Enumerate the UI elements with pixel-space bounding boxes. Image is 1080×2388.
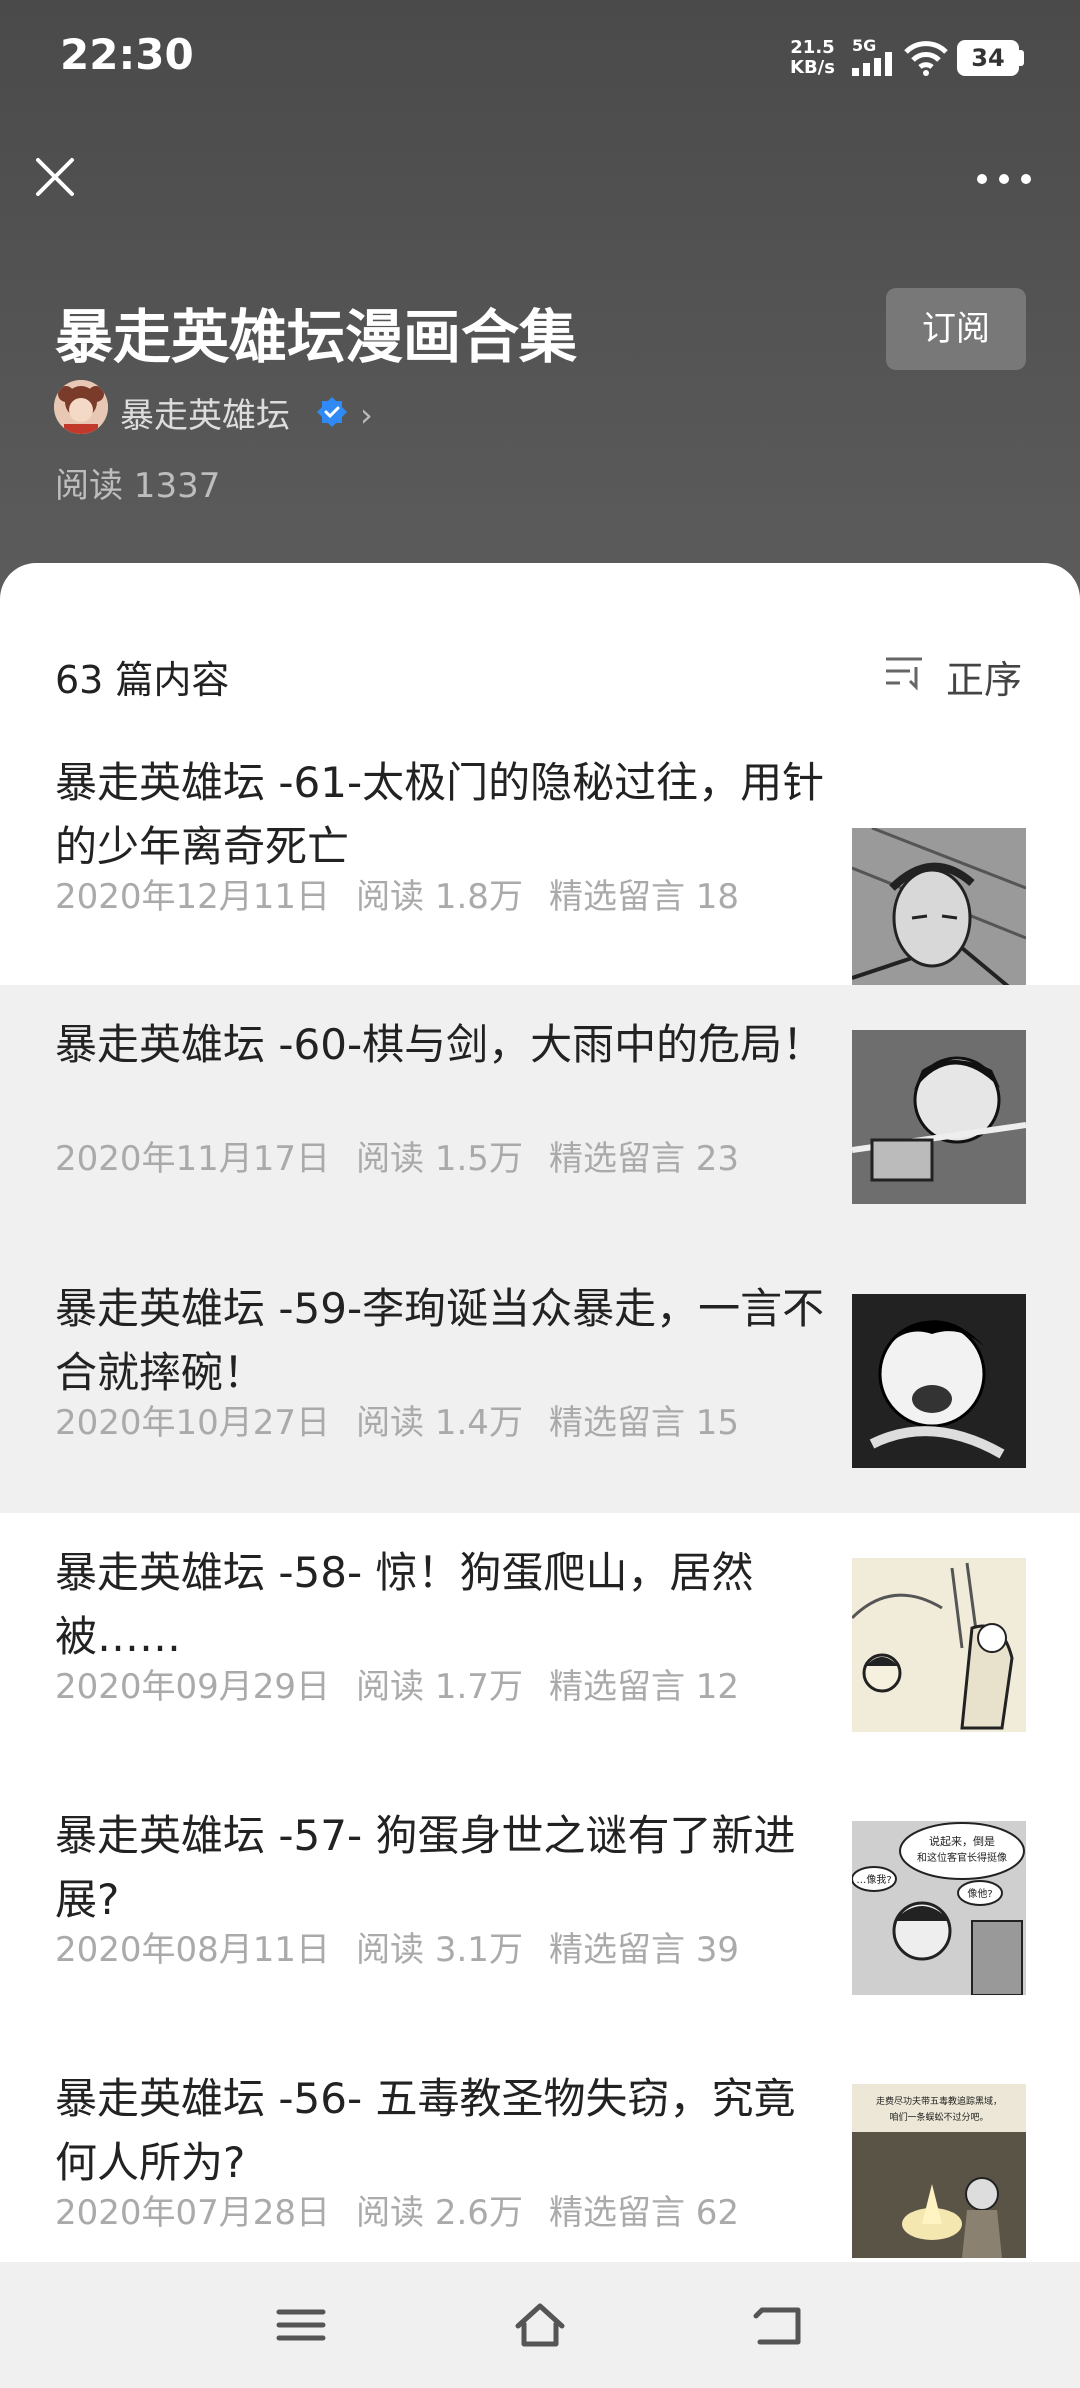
article-comments: 精选留言 18 <box>548 877 740 917</box>
article-date: 2020年10月27日 <box>55 1403 331 1443</box>
list-item[interactable]: 暴走英雄坛 -58- 惊！狗蛋爬山，居然被…… 2020年09月29日 阅读 1.… <box>0 1513 1080 1777</box>
article-title[interactable]: 暴走英雄坛 -59-李珣诞当众暴走，一言不合就摔碗！ <box>55 1277 825 1405</box>
battery-indicator: 34 <box>957 40 1019 76</box>
more-options-icon[interactable] <box>974 164 1034 194</box>
status-bar: 22:30 21.5 KB/s 5G 34 <box>0 0 1080 120</box>
avatar-image <box>54 380 108 434</box>
article-reads: 阅读 1.7万 <box>356 1667 523 1707</box>
article-reads: 阅读 1.5万 <box>356 1139 523 1179</box>
article-meta: 2020年07月28日 阅读 2.6万 精选留言 62 <box>55 2185 765 2234</box>
article-meta: 2020年10月27日 阅读 1.4万 精选留言 15 <box>55 1395 765 1444</box>
speed-unit: KB/s <box>790 57 835 78</box>
sort-icon[interactable] <box>884 651 924 691</box>
author-avatar[interactable] <box>54 380 108 434</box>
close-icon[interactable] <box>30 152 80 202</box>
verified-badge-icon <box>317 397 347 427</box>
article-comments: 精选留言 12 <box>548 1667 740 1707</box>
list-item[interactable]: 暴走英雄坛 -59-李珣诞当众暴走，一言不合就摔碗！ 2020年10月27日 阅读… <box>0 1249 1080 1513</box>
clock: 22:30 <box>60 30 194 79</box>
article-date: 2020年12月11日 <box>55 877 331 917</box>
wifi-icon <box>904 41 948 76</box>
article-thumbnail[interactable]: 说起来，倒是 和这位客官长得挺像 …像我? 像他? <box>852 1821 1026 1995</box>
menu-icon[interactable] <box>273 2300 329 2350</box>
speed-value: 21.5 <box>790 37 835 58</box>
collection-header: 22:30 21.5 KB/s 5G 34 暴走英雄坛漫画合集 订阅 暴走英雄坛… <box>0 0 1080 600</box>
read-count: 阅读 1337 <box>55 466 221 506</box>
article-comments: 精选留言 62 <box>548 2193 740 2233</box>
speech-bubble-text: 走费尽功夫带五毒教追踪黑域， <box>876 2095 1002 2107</box>
speech-bubble-text: …像我? <box>856 1874 891 1886</box>
collection-title: 暴走英雄坛漫画合集 <box>55 303 578 371</box>
article-date: 2020年09月29日 <box>55 1667 331 1707</box>
article-thumbnail[interactable]: 走费尽功夫带五毒教追踪黑域， 咱们一条蜈蚣不过分吧。 <box>852 2084 1026 2258</box>
article-title[interactable]: 暴走英雄坛 -61-太极门的隐秘过往，用针的少年离奇死亡 <box>55 751 825 879</box>
article-meta: 2020年09月29日 阅读 1.7万 精选留言 12 <box>55 1659 765 1708</box>
home-icon[interactable] <box>512 2300 568 2350</box>
article-count: 63 篇内容 <box>55 658 230 702</box>
speech-bubble-text: 像他? <box>967 1887 992 1900</box>
article-meta: 2020年11月17日 阅读 1.5万 精选留言 23 <box>55 1131 765 1180</box>
article-reads: 阅读 1.4万 <box>356 1403 523 1443</box>
signal-icon <box>852 52 892 76</box>
article-date: 2020年07月28日 <box>55 2193 331 2233</box>
author-name[interactable]: 暴走英雄坛 <box>120 388 290 437</box>
battery-tip <box>1019 50 1024 66</box>
list-item[interactable]: 暴走英雄坛 -61-太极门的隐秘过往，用针的少年离奇死亡 2020年12月11日… <box>0 723 1080 1002</box>
article-comments: 精选留言 23 <box>548 1139 740 1179</box>
speech-bubble-text: 说起来，倒是 <box>929 1834 995 1848</box>
article-thumbnail[interactable] <box>852 1558 1026 1732</box>
article-list-sheet: 63 篇内容 正序 暴走英雄坛 -61-太极门的隐秘过往，用针的少年离奇死亡 2… <box>0 563 1080 2263</box>
article-meta: 2020年08月11日 阅读 3.1万 精选留言 39 <box>55 1922 765 1971</box>
article-comments: 精选留言 39 <box>548 1930 740 1970</box>
article-date: 2020年11月17日 <box>55 1139 331 1179</box>
speech-bubble-text: 咱们一条蜈蚣不过分吧。 <box>889 2111 988 2123</box>
article-title[interactable]: 暴走英雄坛 -58- 惊！狗蛋爬山，居然被…… <box>55 1541 825 1669</box>
article-meta: 2020年12月11日 阅读 1.8万 精选留言 18 <box>55 869 765 918</box>
article-reads: 阅读 2.6万 <box>356 2193 523 2233</box>
speech-bubble-text: 和这位客官长得挺像 <box>917 1851 1007 1864</box>
article-reads: 阅读 3.1万 <box>356 1930 523 1970</box>
sort-order-button[interactable]: 正序 <box>946 649 1022 704</box>
article-reads: 阅读 1.8万 <box>356 877 523 917</box>
article-title[interactable]: 暴走英雄坛 -56- 五毒教圣物失窃，究竟何人所为? <box>55 2067 825 2195</box>
list-item[interactable]: 暴走英雄坛 -60-棋与剑，大雨中的危局！ 2020年11月17日 阅读 1.5万… <box>0 985 1080 1249</box>
list-item[interactable]: 暴走英雄坛 -57- 狗蛋身世之谜有了新进展? 2020年08月11日 阅读 3.… <box>0 1776 1080 2040</box>
article-thumbnail[interactable] <box>852 828 1026 1002</box>
back-icon[interactable] <box>752 2300 808 2350</box>
article-date: 2020年08月11日 <box>55 1930 331 1970</box>
article-comments: 精选留言 15 <box>548 1403 740 1443</box>
network-speed: 21.5 KB/s <box>790 38 835 78</box>
article-title[interactable]: 暴走英雄坛 -60-棋与剑，大雨中的危局！ <box>55 1013 825 1077</box>
subscribe-button[interactable]: 订阅 <box>886 288 1026 370</box>
article-thumbnail[interactable] <box>852 1030 1026 1204</box>
article-title[interactable]: 暴走英雄坛 -57- 狗蛋身世之谜有了新进展? <box>55 1804 825 1932</box>
chevron-right-icon[interactable]: › <box>360 396 373 434</box>
article-thumbnail[interactable] <box>852 1294 1026 1468</box>
system-navigation-bar <box>0 2262 1080 2388</box>
